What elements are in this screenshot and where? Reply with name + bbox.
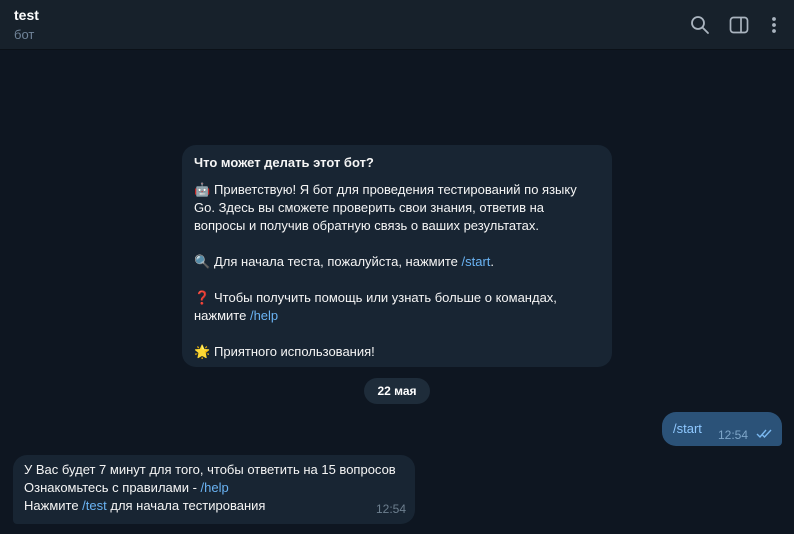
chat-subtitle: бот [14, 27, 35, 42]
help-command-link[interactable]: /help [250, 308, 278, 323]
star-icon: 🌟 [194, 344, 211, 359]
more-vertical-icon[interactable] [762, 13, 786, 37]
intro-paragraph-start: 🔍 Для начала теста, пожалуйста, нажмите /… [194, 254, 495, 269]
question-mark-icon: ❓ [194, 290, 211, 305]
incoming-message-line: Нажмите /test для начала тестирования [24, 498, 266, 513]
intro-paragraph-greeting: 🤖 Приветствую! Я бот для проведения тести… [194, 182, 577, 233]
bot-description-title: Что может делать этот бот? [194, 155, 374, 170]
robot-icon: 🤖 [194, 182, 211, 197]
double-check-icon [756, 427, 774, 442]
incoming-message[interactable]: У Вас будет 7 минут для того, чтобы отве… [13, 455, 415, 524]
chat-header: test бот [0, 0, 794, 50]
sidebar-toggle-icon[interactable] [727, 13, 751, 37]
chat-title[interactable]: test [14, 7, 39, 23]
incoming-message-line: У Вас будет 7 минут для того, чтобы отве… [24, 462, 396, 477]
help-command-link[interactable]: /help [201, 480, 229, 495]
incoming-message-line: Ознакомьтесь с правилами - /help [24, 480, 229, 495]
chat-area[interactable]: Что может делать этот бот? 🤖 Приветствую!… [0, 50, 794, 534]
outgoing-message-text[interactable]: /start [673, 421, 702, 436]
search-icon[interactable] [688, 13, 712, 37]
magnifier-icon: 🔍 [194, 254, 211, 269]
incoming-message-time: 12:54 [375, 502, 406, 516]
bot-description-card: Что может делать этот бот? 🤖 Приветствую!… [182, 145, 612, 367]
intro-paragraph-help: ❓ Чтобы получить помощь или узнать больше… [194, 290, 557, 323]
date-separator: 22 мая [364, 378, 430, 404]
outgoing-message[interactable]: /start 12:54 [662, 412, 782, 446]
test-command-link[interactable]: /test [82, 498, 107, 513]
start-command-link[interactable]: /start [462, 254, 491, 269]
outgoing-message-time: 12:54 [718, 428, 749, 442]
intro-paragraph-closing: 🌟 Приятного использования! [194, 344, 375, 359]
